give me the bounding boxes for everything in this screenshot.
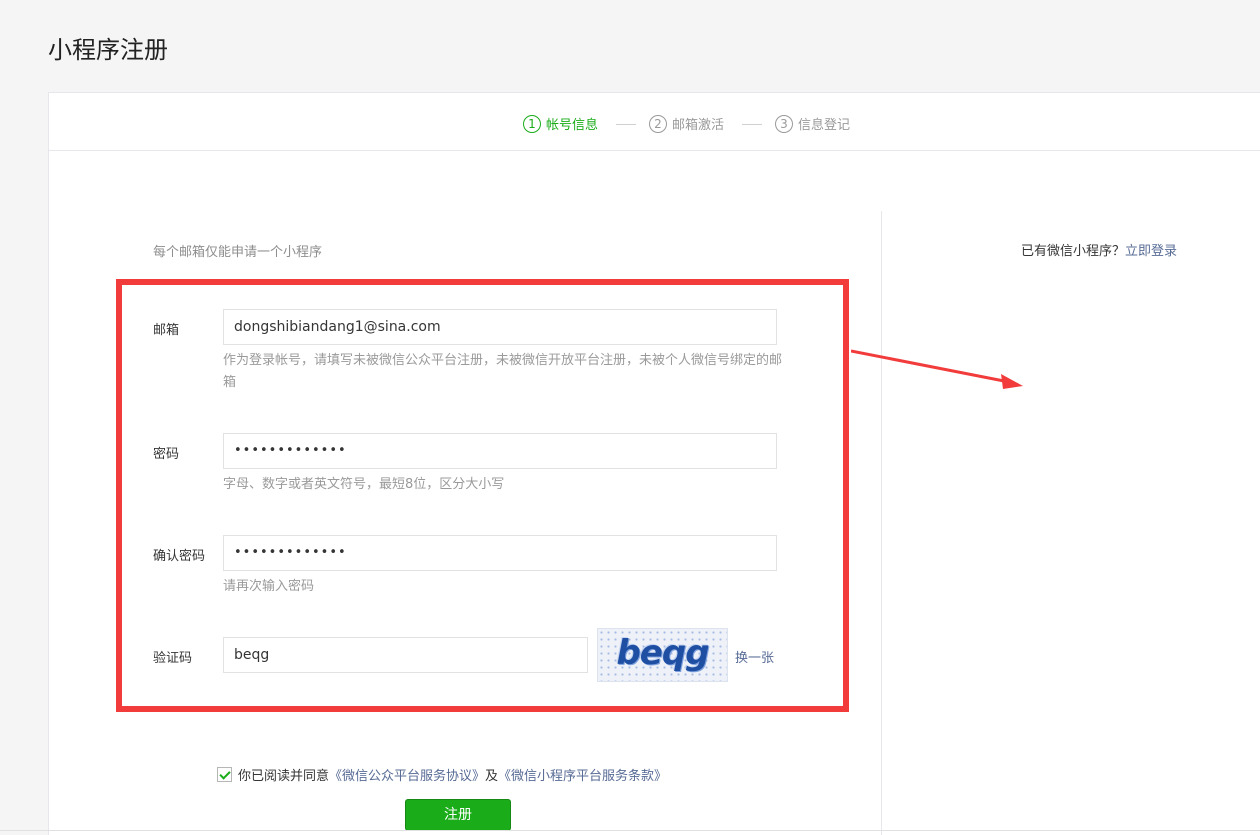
terms-link[interactable]: 《微信小程序平台服务条款》 bbox=[498, 765, 667, 784]
step-number: 2 bbox=[649, 114, 667, 133]
step-number: 3 bbox=[775, 114, 793, 133]
login-link[interactable]: 立即登录 bbox=[1125, 244, 1177, 259]
step-connector bbox=[742, 124, 762, 125]
annotation-arrow-icon bbox=[851, 349, 1023, 389]
service-agreement-link[interactable]: 《微信公众平台服务协议》 bbox=[329, 765, 485, 784]
agreement-middle: 及 bbox=[485, 769, 499, 784]
step-progress-bar: 1 帐号信息 2 邮箱激活 3 信息登记 bbox=[49, 93, 1260, 151]
step-connector bbox=[616, 124, 636, 125]
form-tip: 每个邮箱仅能申请一个小程序 bbox=[153, 245, 323, 260]
agreement-row: 你已阅读并同意 《微信公众平台服务协议》 及 《微信小程序平台服务条款》 bbox=[217, 765, 667, 784]
page-title: 小程序注册 bbox=[48, 36, 168, 64]
registration-card: 1 帐号信息 2 邮箱激活 3 信息登记 每个邮箱仅能申请一个小程序 已有微信小… bbox=[48, 92, 1260, 835]
register-button[interactable]: 注册 bbox=[405, 799, 511, 831]
bottom-border bbox=[0, 830, 1260, 831]
step-account-info: 1 帐号信息 bbox=[523, 114, 598, 133]
agreement-checkbox[interactable] bbox=[217, 767, 232, 782]
annotation-highlight-box bbox=[116, 279, 849, 712]
step-email-activation: 2 邮箱激活 bbox=[649, 114, 724, 133]
login-hint: 已有微信小程序？立即登录 bbox=[1021, 240, 1177, 259]
login-question: 已有微信小程序？ bbox=[1021, 244, 1126, 259]
agreement-prefix: 你已阅读并同意 bbox=[238, 769, 330, 784]
step-info-registration: 3 信息登记 bbox=[775, 114, 850, 133]
step-label: 帐号信息 bbox=[546, 118, 599, 133]
column-divider bbox=[881, 211, 882, 835]
step-label: 信息登记 bbox=[798, 118, 851, 133]
step-label: 邮箱激活 bbox=[672, 118, 725, 133]
step-number: 1 bbox=[523, 114, 541, 133]
